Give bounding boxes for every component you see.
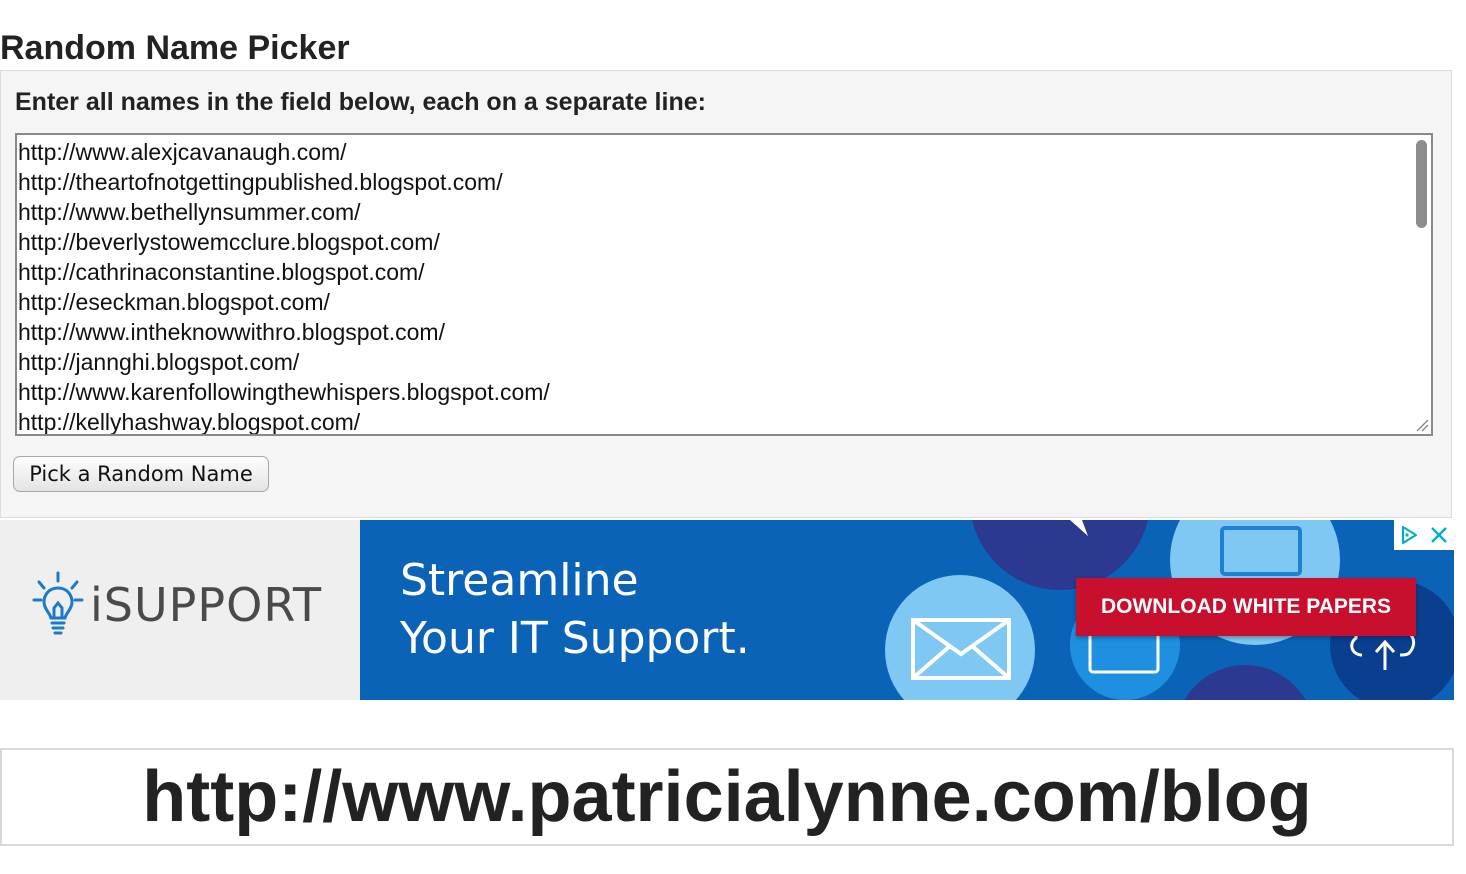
- picker-panel: Enter all names in the field below, each…: [0, 70, 1452, 518]
- name-line: http://www.karenfollowingthewhispers.blo…: [18, 379, 550, 405]
- name-line: http://cathrinaconstantine.blogspot.com/: [18, 259, 425, 285]
- ad-brand-panel: iSUPPORT: [0, 520, 360, 700]
- name-line: http://www.alexjcavanaugh.com/: [18, 139, 347, 165]
- name-line: http://beverlystowemcclure.blogspot.com/: [18, 229, 440, 255]
- names-list: http://www.alexjcavanaugh.com/ http://th…: [18, 137, 550, 435]
- lightbulb-icon: [32, 571, 84, 635]
- ad-headline: Streamline Your IT Support.: [400, 552, 750, 668]
- ad-brand-name: iSUPPORT: [90, 578, 323, 632]
- pick-random-name-button[interactable]: Pick a Random Name: [13, 456, 269, 492]
- close-icon[interactable]: [1424, 520, 1454, 550]
- ad-headline-line2: Your IT Support.: [400, 613, 750, 664]
- ad-controls: [1394, 520, 1454, 550]
- instruction-label: Enter all names in the field below, each…: [15, 88, 706, 116]
- name-line: http://jannghi.blogspot.com/: [18, 349, 300, 375]
- names-textarea[interactable]: http://www.alexjcavanaugh.com/ http://th…: [15, 133, 1433, 436]
- name-line: http://www.intheknowwithro.blogspot.com/: [18, 319, 445, 345]
- page-title: Random Name Picker: [0, 29, 350, 67]
- name-line: http://theartofnotgettingpublished.blogs…: [18, 169, 503, 195]
- picked-name-result: http://www.patricialynne.com/blog: [142, 757, 1312, 837]
- name-line: http://eseckman.blogspot.com/: [18, 289, 330, 315]
- ad-creative[interactable]: Streamline Your IT Support. DOWNLOAD WHI…: [360, 520, 1454, 700]
- advertisement-banner[interactable]: iSUPPORT Streamline Your IT Support. DOW…: [0, 520, 1454, 700]
- ad-download-button[interactable]: DOWNLOAD WHITE PAPERS: [1076, 578, 1416, 636]
- name-line: http://kellyhashway.blogspot.com/: [18, 409, 361, 435]
- result-box: http://www.patricialynne.com/blog: [0, 748, 1454, 846]
- name-line: http://www.bethellynsummer.com/: [18, 199, 361, 225]
- resize-grip-icon[interactable]: [1415, 418, 1429, 432]
- isupport-logo: iSUPPORT: [30, 570, 322, 640]
- adchoices-icon[interactable]: [1394, 520, 1424, 550]
- textarea-scrollbar[interactable]: [1416, 140, 1427, 228]
- ad-headline-line1: Streamline: [400, 555, 639, 606]
